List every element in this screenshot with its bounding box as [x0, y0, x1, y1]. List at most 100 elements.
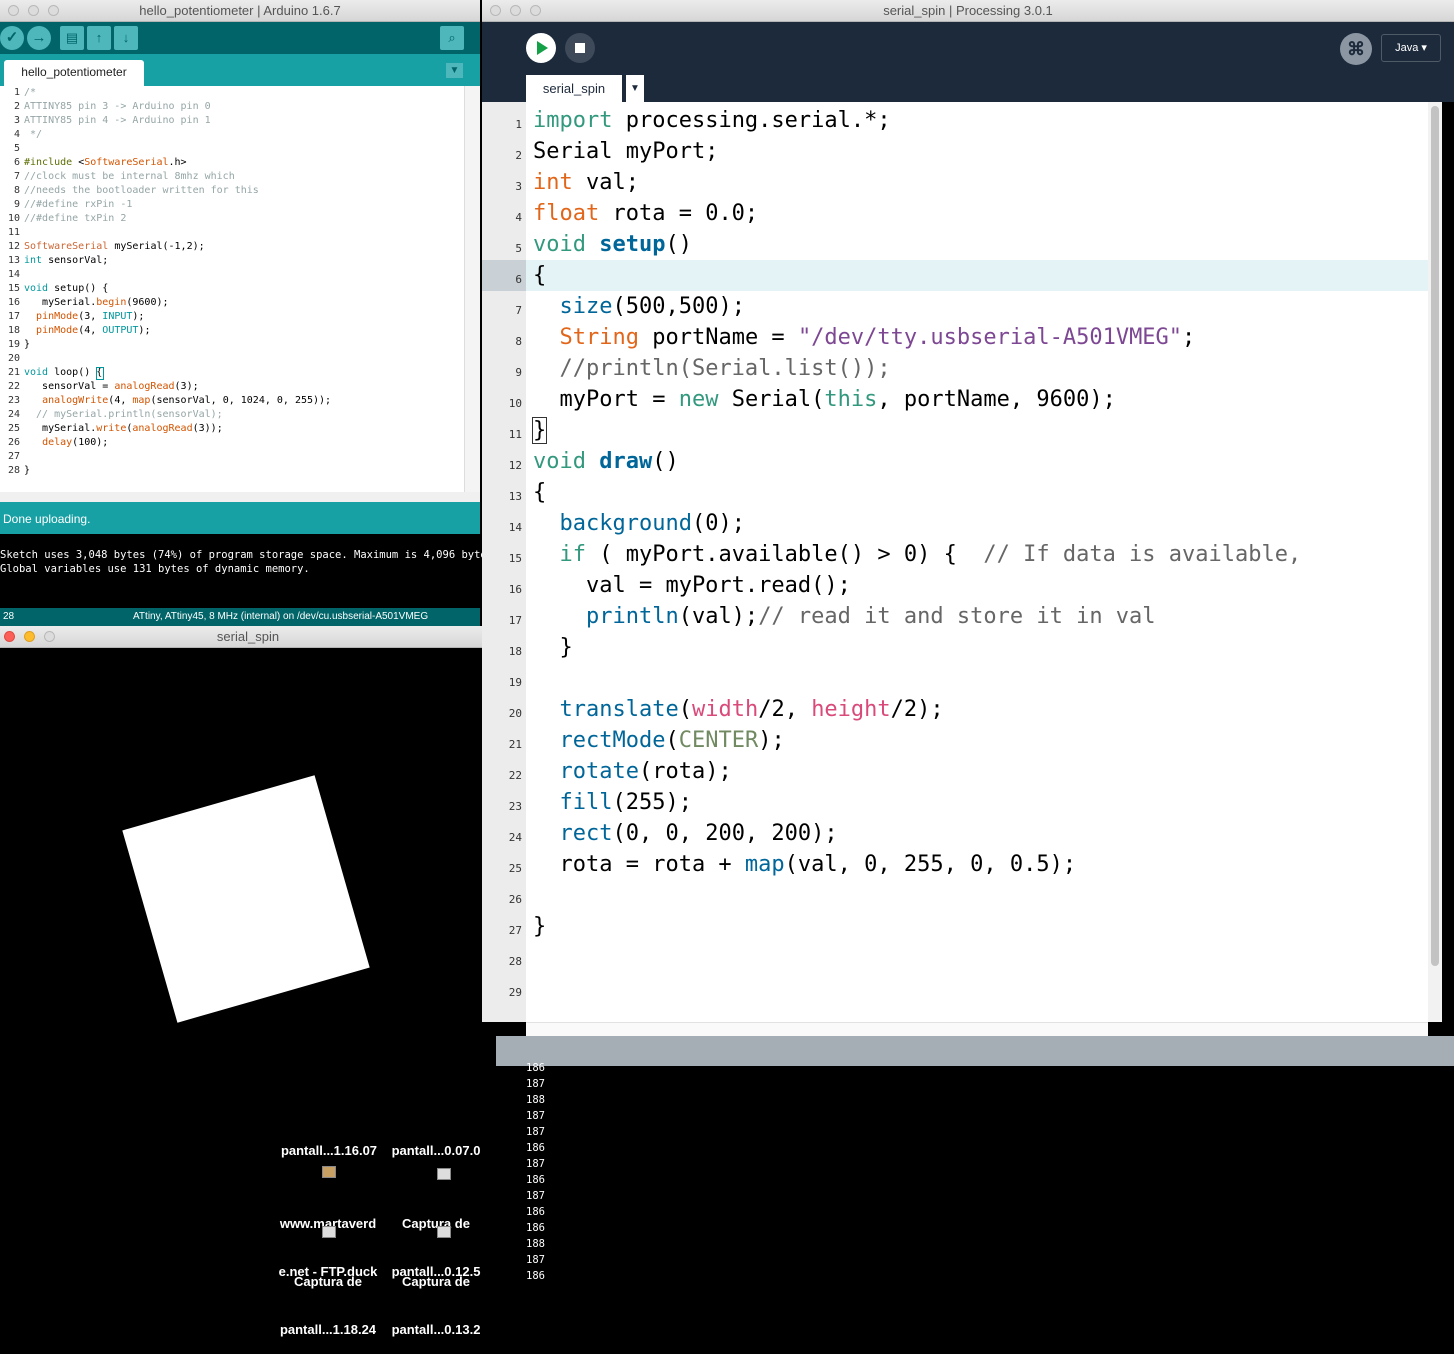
verify-icon[interactable]: ✓ [0, 26, 24, 50]
screenshot-icon[interactable] [437, 1168, 451, 1180]
play-icon[interactable] [526, 33, 556, 63]
save-icon[interactable]: ↓ [114, 26, 138, 50]
code-line: } [531, 417, 548, 444]
arduino-titlebar: hello_potentiometer | Arduino 1.6.7 [0, 0, 480, 22]
status-message: Done uploading. [3, 512, 91, 526]
line-number: 23 [7, 395, 20, 406]
code-line: pinMode(3, INPUT); [36, 311, 145, 322]
code-line: void setup() { [24, 283, 109, 294]
line-number: 22 [7, 381, 20, 392]
window-title: hello_potentiometer | Arduino 1.6.7 [139, 3, 341, 18]
line-number: 26 [7, 437, 20, 448]
code-line: // mySerial.println(sensorVal); [24, 409, 223, 420]
line-number: 26 [508, 893, 522, 906]
desktop-item-label: pantall...0.07.0 [391, 1143, 481, 1158]
code-line: { [533, 480, 547, 505]
desktop-item-label: Captura de [402, 1216, 470, 1231]
line-number: 7 [515, 304, 522, 317]
desktop-item-label: pantall...1.18.24 [279, 1322, 377, 1337]
scrollbar-thumb[interactable] [1431, 106, 1439, 966]
new-icon[interactable]: ▤ [60, 26, 84, 50]
mode-selector[interactable]: Java ▾ [1381, 34, 1441, 62]
desktop-item[interactable]: Captura de pantall...1.18.24 [272, 1242, 384, 1354]
line-number: 7 [13, 171, 20, 182]
screenshot-icon[interactable] [322, 1226, 336, 1238]
code-line: val = myPort.read(); [533, 573, 851, 598]
line-number: 24 [508, 831, 522, 844]
code-line: mySerial.write(analogRead(3)); [24, 423, 223, 434]
code-line: mySerial.begin(9600); [24, 297, 169, 308]
line-number: 21 [7, 367, 20, 378]
line-number: 27 [7, 451, 20, 462]
tab-menu-icon[interactable]: ▼ [626, 75, 644, 102]
line-number: 6 [515, 273, 522, 286]
code-line: ATTINY85 pin 3 -> Arduino pin 0 [24, 101, 211, 112]
code-line: void draw() [533, 449, 679, 474]
code-line: //needs the bootloader written for this [24, 185, 259, 196]
line-number: 25 [508, 862, 522, 875]
code-line: rectMode(CENTER); [559, 728, 785, 753]
tab-menu-icon[interactable]: ▼ [446, 63, 463, 78]
debugger-icon[interactable]: ⌘ [1340, 33, 1372, 65]
code-line: int val; [533, 170, 639, 195]
code-line: myPort = new Serial(this, portName, 9600… [533, 387, 1116, 412]
code-line: float rota = 0.0; [533, 201, 759, 226]
line-number: 22 [508, 769, 522, 782]
desktop-item[interactable]: Captura de pantall...0.13.2 [390, 1242, 482, 1354]
arduino-horizontal-scrollbar[interactable] [0, 492, 480, 502]
line-number: 10 [7, 213, 20, 224]
line-number: 29 [508, 986, 522, 999]
console-output-line: 186 [526, 1270, 545, 1282]
code-line: fill(255); [559, 790, 692, 815]
line-number: 28 [7, 465, 20, 476]
line-number: 13 [508, 490, 522, 503]
console-output-line: 186 [526, 1174, 545, 1186]
sketch-titlebar: serial_spin [0, 626, 496, 648]
line-number: 17 [508, 614, 522, 627]
console-divider[interactable] [496, 1036, 1454, 1066]
line-number: 11 [508, 428, 522, 441]
tab-hello-potentiometer[interactable]: hello_potentiometer [4, 60, 144, 86]
desktop-item-label: Captura de [402, 1274, 470, 1289]
code-line: /* [24, 87, 37, 98]
console-line: Global variables use 131 bytes of dynami… [0, 563, 310, 575]
line-number: 9 [515, 366, 522, 379]
line-number: 23 [508, 800, 522, 813]
line-number: 19 [7, 339, 20, 350]
processing-console [496, 1066, 1454, 1276]
stop-icon[interactable] [565, 33, 595, 63]
line-number: 11 [7, 227, 20, 238]
code-line: //#define txPin 2 [24, 213, 127, 224]
arduino-vertical-scrollbar[interactable] [464, 86, 480, 492]
window-title: serial_spin | Processing 3.0.1 [883, 3, 1053, 18]
processing-horizontal-scrollbar[interactable] [526, 1022, 1428, 1036]
code-line: sensorVal = analogRead(3); [24, 381, 199, 392]
code-line: } [24, 339, 31, 350]
code-line: //clock must be internal 8mhz which [24, 171, 235, 182]
open-icon[interactable]: ↑ [87, 26, 111, 50]
line-number: 5 [515, 242, 522, 255]
code-line: } [24, 465, 31, 476]
upload-icon[interactable]: → [27, 26, 51, 50]
line-number: 16 [7, 297, 20, 308]
code-line: rect(0, 0, 200, 200); [559, 821, 838, 846]
console-output-line: 187 [526, 1158, 545, 1170]
text-cursor [96, 367, 104, 380]
console-output-line: 188 [526, 1094, 545, 1106]
code-line: */ [24, 129, 43, 140]
tab-serial-spin[interactable]: serial_spin [526, 75, 622, 102]
console-output-line: 186 [526, 1062, 545, 1074]
code-line: background(0); [559, 511, 745, 536]
file-icon[interactable] [322, 1166, 336, 1178]
line-number: 2 [13, 101, 20, 112]
line-number: 5 [13, 143, 20, 154]
line-number: 12 [508, 459, 522, 472]
screenshot-icon[interactable] [437, 1226, 451, 1238]
footer-board-info: ATtiny, ATtiny45, 8 MHz (internal) on /d… [133, 611, 429, 622]
code-line: void setup() [533, 232, 692, 257]
desktop-item-label: pantall...1.16.07 [280, 1143, 378, 1158]
line-number: 6 [13, 157, 20, 168]
console-line: Sketch uses 3,048 bytes (74%) of program… [0, 549, 500, 561]
line-number: 15 [7, 283, 20, 294]
serial-monitor-icon[interactable]: ⌕ [440, 26, 464, 50]
